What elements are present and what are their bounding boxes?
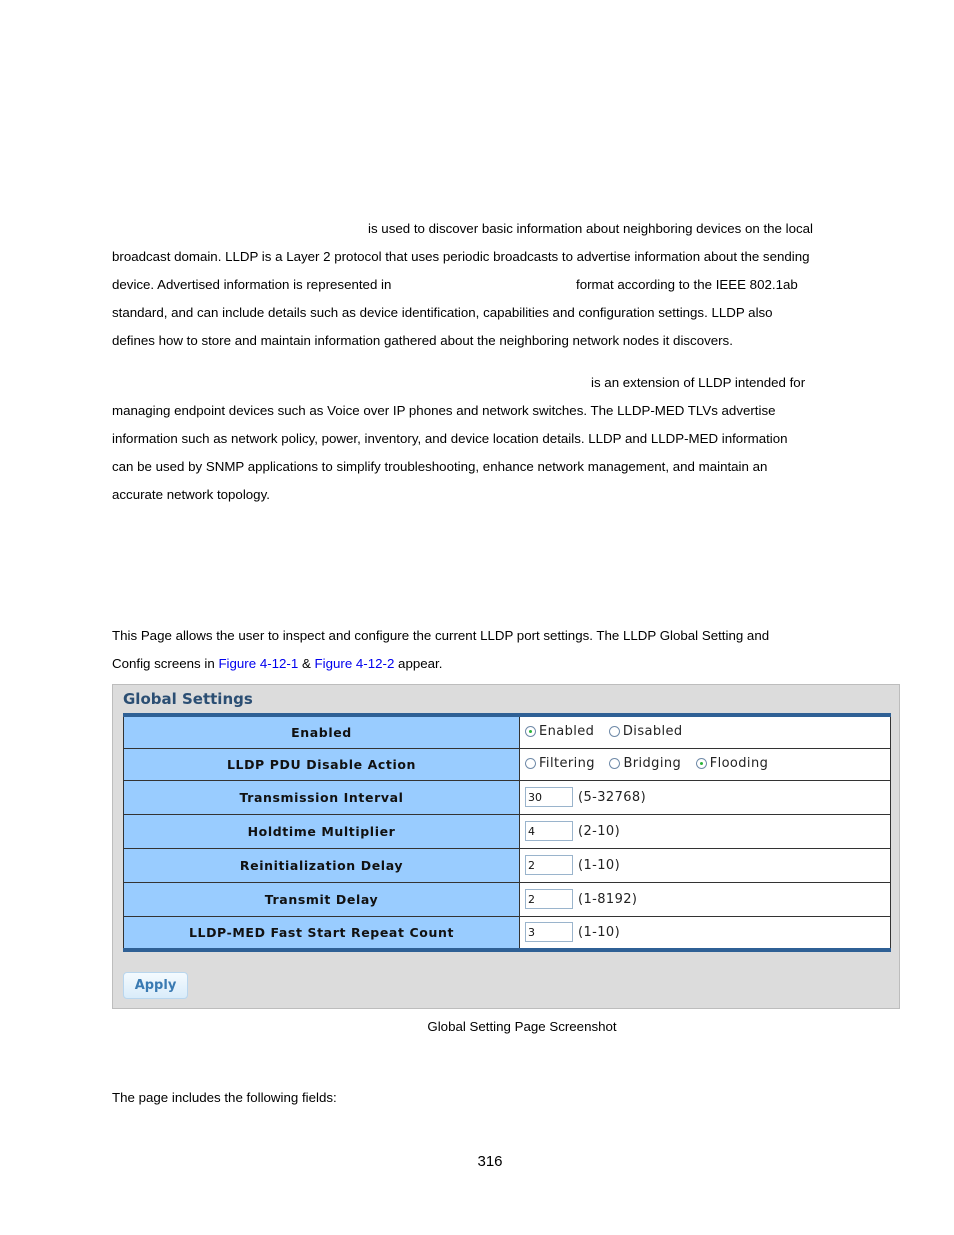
- intro-line-3: device. Advertised information is repres…: [112, 271, 852, 299]
- med-line-2: managing endpoint devices such as Voice …: [112, 403, 776, 418]
- range-hint: (1-10): [578, 924, 621, 940]
- desc-text-end: appear.: [394, 656, 443, 671]
- radio-label: Flooding: [709, 755, 769, 771]
- pdu-action-radio-group: Filtering Bridging Flooding: [519, 747, 891, 781]
- row-label: Enabled: [123, 714, 520, 749]
- figure-caption: Global Setting Page Screenshot: [427, 1019, 617, 1034]
- med-line-4: can be used by SNMP applications to simp…: [112, 459, 768, 474]
- med-line-1: is an extension of LLDP intended for: [591, 375, 806, 390]
- intro-line-2: broadcast domain. LLDP is a Layer 2 prot…: [112, 249, 810, 264]
- enabled-radio-group: Enabled Disabled: [519, 714, 891, 749]
- lldp-med-paragraph: is an extension of LLDP intended for man…: [112, 369, 852, 509]
- apply-button[interactable]: Apply: [123, 972, 188, 999]
- transmit-delay-input[interactable]: [525, 889, 573, 909]
- row-label: Holdtime Multiplier: [123, 813, 520, 849]
- panel-title: Global Settings: [123, 690, 253, 708]
- row-label: Transmit Delay: [123, 881, 520, 917]
- intro-line-3b: format according to the IEEE 802.1ab: [576, 277, 798, 292]
- page-number: 316: [477, 1153, 503, 1170]
- radio-flooding[interactable]: Flooding: [695, 755, 769, 771]
- fields-intro: The page includes the following fields:: [112, 1090, 337, 1105]
- holdtime-multiplier-input[interactable]: [525, 821, 573, 841]
- desc-line-1: This Page allows the user to inspect and…: [112, 628, 770, 643]
- med-line-3: information such as network policy, powe…: [112, 431, 788, 446]
- intro-line-5: defines how to store and maintain inform…: [112, 333, 733, 348]
- radio-bridging[interactable]: Bridging: [609, 756, 681, 771]
- desc-line-2: Config screens in Figure 4-12-1 & Figure…: [112, 650, 852, 678]
- intro-line-3a: device. Advertised information is repres…: [112, 277, 392, 292]
- radio-filtering[interactable]: Filtering: [525, 756, 595, 771]
- range-hint: (1-8192): [578, 891, 638, 907]
- figure-4-12-2-link[interactable]: Figure 4-12-2: [315, 656, 395, 671]
- radio-label: Filtering: [539, 755, 595, 771]
- page-description: This Page allows the user to inspect and…: [112, 622, 852, 678]
- value-cell: (1-8192): [519, 881, 891, 917]
- value-cell: (2-10): [519, 813, 891, 849]
- radio-unchecked-icon[interactable]: [525, 757, 536, 769]
- row-holdtime-multiplier: Holdtime Multiplier (2-10): [123, 813, 891, 849]
- row-enabled: Enabled Enabled Disabled: [123, 714, 891, 749]
- value-cell: (1-10): [519, 915, 891, 951]
- row-transmit-delay: Transmit Delay (1-8192): [123, 881, 891, 917]
- radio-unchecked-icon[interactable]: [609, 757, 621, 769]
- lldp-intro-paragraph: is used to discover basic information ab…: [112, 215, 852, 355]
- med-fast-start-input[interactable]: [525, 922, 573, 943]
- row-reinitialization-delay: Reinitialization Delay (1-10): [123, 847, 891, 883]
- range-hint: (1-10): [578, 857, 621, 873]
- ampersand: &: [298, 656, 315, 671]
- row-label: LLDP PDU Disable Action: [123, 747, 520, 781]
- intro-line-1: is used to discover basic information ab…: [368, 221, 813, 236]
- row-transmission-interval: Transmission Interval (5-32768): [123, 779, 891, 815]
- desc-text: Config screens in: [112, 656, 219, 671]
- row-label: Transmission Interval: [123, 779, 520, 815]
- radio-checked-icon[interactable]: [525, 725, 536, 737]
- figure-4-12-1-link[interactable]: Figure 4-12-1: [218, 656, 298, 671]
- radio-label: Enabled: [539, 723, 595, 739]
- value-cell: (1-10): [519, 847, 891, 883]
- radio-label: Disabled: [622, 723, 683, 739]
- row-med-fast-start-repeat-count: LLDP-MED Fast Start Repeat Count (1-10): [123, 915, 891, 951]
- radio-enabled[interactable]: Enabled: [525, 724, 594, 739]
- row-label: Reinitialization Delay: [123, 847, 520, 883]
- med-line-5: accurate network topology.: [112, 487, 270, 502]
- row-label: LLDP-MED Fast Start Repeat Count: [123, 915, 520, 951]
- row-pdu-disable-action: LLDP PDU Disable Action Filtering Bridgi…: [123, 747, 891, 781]
- radio-label: Bridging: [623, 755, 682, 771]
- range-hint: (5-32768): [578, 789, 647, 805]
- transmission-interval-input[interactable]: [525, 787, 573, 807]
- radio-disabled[interactable]: Disabled: [608, 723, 683, 739]
- value-cell: (5-32768): [519, 779, 891, 815]
- radio-unchecked-icon[interactable]: [608, 725, 620, 737]
- global-settings-panel: Global Settings Enabled Enabled Disabled…: [112, 684, 900, 1009]
- intro-line-4: standard, and can include details such a…: [112, 305, 773, 320]
- radio-checked-icon[interactable]: [695, 757, 707, 769]
- range-hint: (2-10): [578, 823, 621, 839]
- global-settings-table: Enabled Enabled Disabled LLDP PDU Disabl…: [123, 713, 891, 952]
- reinitialization-delay-input[interactable]: [525, 855, 573, 875]
